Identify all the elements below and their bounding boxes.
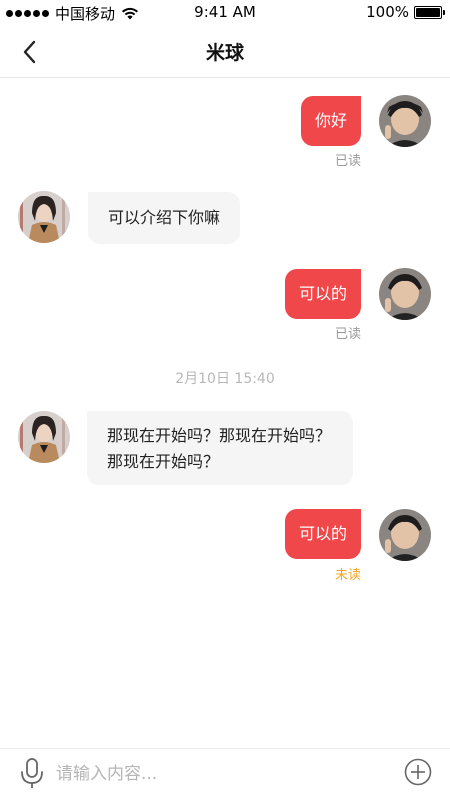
chat-timestamp: 2月10日 15:40 bbox=[175, 371, 275, 387]
avatar-contact[interactable] bbox=[18, 191, 70, 243]
message-bubble-outgoing[interactable]: 可以的 bbox=[284, 269, 361, 319]
read-status: 已读 bbox=[334, 327, 361, 342]
avatar-self[interactable] bbox=[379, 95, 431, 147]
read-status: 已读 bbox=[334, 154, 361, 169]
input-bar bbox=[0, 748, 450, 800]
voice-button[interactable] bbox=[18, 757, 46, 791]
status-right: 100% bbox=[366, 3, 445, 21]
page-title: 米球 bbox=[205, 42, 244, 64]
plus-circle-icon bbox=[404, 758, 432, 786]
unread-status: 未读 bbox=[334, 568, 361, 583]
avatar-self[interactable] bbox=[379, 268, 431, 320]
battery-icon bbox=[414, 5, 445, 19]
nav-bar: 米球 bbox=[0, 24, 450, 78]
message-input[interactable] bbox=[56, 759, 376, 789]
avatar-self[interactable] bbox=[379, 509, 431, 561]
battery-percent: 100% bbox=[366, 3, 409, 21]
status-bar: 中国移动 9:41 AM 100% bbox=[0, 0, 450, 24]
message-bubble-outgoing[interactable]: 你好 bbox=[300, 96, 361, 146]
message-bubble-outgoing[interactable]: 可以的 bbox=[284, 509, 361, 559]
avatar-contact[interactable] bbox=[18, 411, 70, 463]
message-bubble-incoming[interactable]: 那现在开始吗？那现在开始吗？ 那现在开始吗？ bbox=[87, 411, 353, 485]
microphone-icon bbox=[21, 758, 43, 788]
message-bubble-incoming[interactable]: 可以介绍下你嘛 bbox=[88, 192, 240, 244]
add-attachment-button[interactable] bbox=[404, 758, 432, 786]
message-line: 那现在开始吗？ bbox=[107, 452, 220, 471]
message-line: 那现在开始吗？那现在开始吗？ bbox=[107, 426, 332, 445]
